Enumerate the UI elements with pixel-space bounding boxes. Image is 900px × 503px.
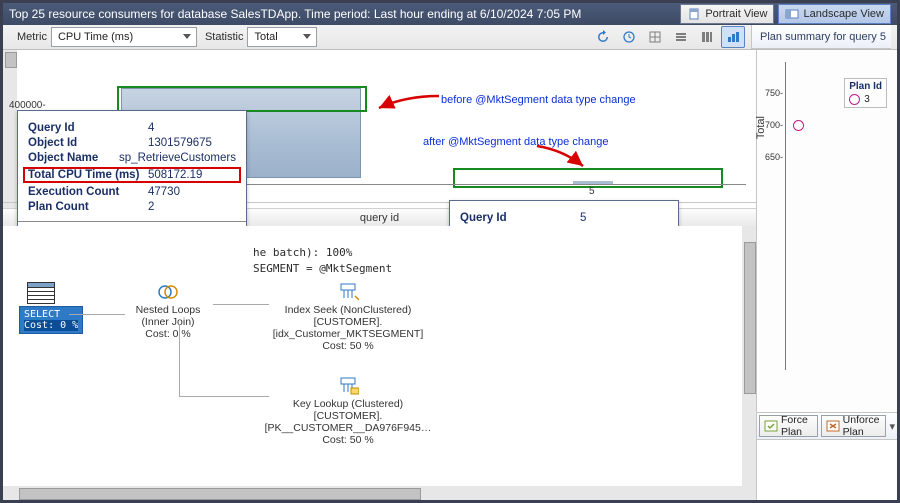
- summary-legend: Plan Id 3: [844, 78, 887, 108]
- portrait-view-label: Portrait View: [705, 8, 767, 20]
- plan-node-index-seek[interactable]: Index Seek (NonClustered) [CUSTOMER].[id…: [243, 282, 453, 352]
- chevron-down-icon[interactable]: ▾: [889, 420, 895, 433]
- key-lookup-icon: [337, 376, 359, 396]
- annotation-before: before @MktSegment data type change: [441, 94, 636, 106]
- highlight-box-after: [453, 168, 723, 188]
- plan-canvas-strip: [757, 439, 897, 500]
- columns-icon[interactable]: [695, 26, 719, 48]
- arrow-after-icon: [533, 144, 589, 170]
- unforce-plan-icon: [826, 420, 840, 432]
- title-bar: Top 25 resource consumers for database S…: [3, 3, 897, 25]
- index-seek-icon: [337, 282, 359, 302]
- plan-select-cost: Cost: 0 %: [24, 320, 78, 331]
- bar-chart-icon[interactable]: [721, 26, 745, 48]
- highlight-box-before: [117, 86, 367, 112]
- toolbar: Metric CPU Time (ms) Statistic Total Pla…: [3, 25, 897, 50]
- window-title: Top 25 resource consumers for database S…: [9, 7, 581, 21]
- metric-value: CPU Time (ms): [58, 31, 133, 43]
- portrait-view-button[interactable]: Portrait View: [680, 4, 774, 24]
- metric-label: Metric: [17, 31, 47, 43]
- time-icon[interactable]: [617, 26, 641, 48]
- plan-node-key-lookup[interactable]: Key Lookup (Clustered) [CUSTOMER].[PK__C…: [243, 376, 453, 446]
- plan-summary-header: Plan summary for query 5: [751, 25, 891, 49]
- landscape-view-button[interactable]: Landscape View: [778, 4, 891, 24]
- nested-loops-icon: [157, 282, 179, 302]
- v-scrollbar-plan[interactable]: [742, 226, 756, 486]
- plan-where-text: SEGMENT = @MktSegment: [253, 262, 392, 275]
- plan-node-select[interactable]: SELECT Cost: 0 %: [19, 306, 83, 334]
- landscape-view-label: Landscape View: [803, 8, 884, 20]
- arrow-before-icon: [375, 92, 441, 114]
- list-icon[interactable]: [669, 26, 693, 48]
- statistic-value: Total: [254, 31, 277, 43]
- statistic-dropdown[interactable]: Total: [247, 27, 317, 47]
- portrait-icon: [687, 8, 701, 20]
- unforce-plan-button[interactable]: Unforce Plan: [821, 415, 887, 437]
- statistic-label: Statistic: [205, 31, 244, 43]
- h-scrollbar-plan[interactable]: [3, 486, 756, 500]
- metric-dropdown[interactable]: CPU Time (ms): [51, 27, 197, 47]
- summary-data-point[interactable]: [793, 120, 804, 131]
- plan-batch-text: he batch): 100%: [253, 246, 352, 259]
- grid-small-icon[interactable]: [643, 26, 667, 48]
- plan-summary-chart: Total 750- 700- 650- Plan Id 3: [763, 56, 891, 406]
- force-plan-button[interactable]: Force Plan: [759, 415, 818, 437]
- force-plan-icon: [764, 420, 778, 432]
- x-tick-5: 5: [589, 186, 595, 197]
- refresh-icon[interactable]: [591, 26, 615, 48]
- table-icon: [27, 282, 55, 304]
- landscape-icon: [785, 8, 799, 20]
- plan-summary-panel: Total 750- 700- 650- Plan Id 3 Force Pla…: [756, 50, 897, 500]
- plan-node-nested-loops[interactable]: Nested Loops (Inner Join) Cost: 0 %: [113, 282, 223, 340]
- execution-plan-area: he batch): 100% SEGMENT = @MktSegment SE…: [3, 226, 756, 500]
